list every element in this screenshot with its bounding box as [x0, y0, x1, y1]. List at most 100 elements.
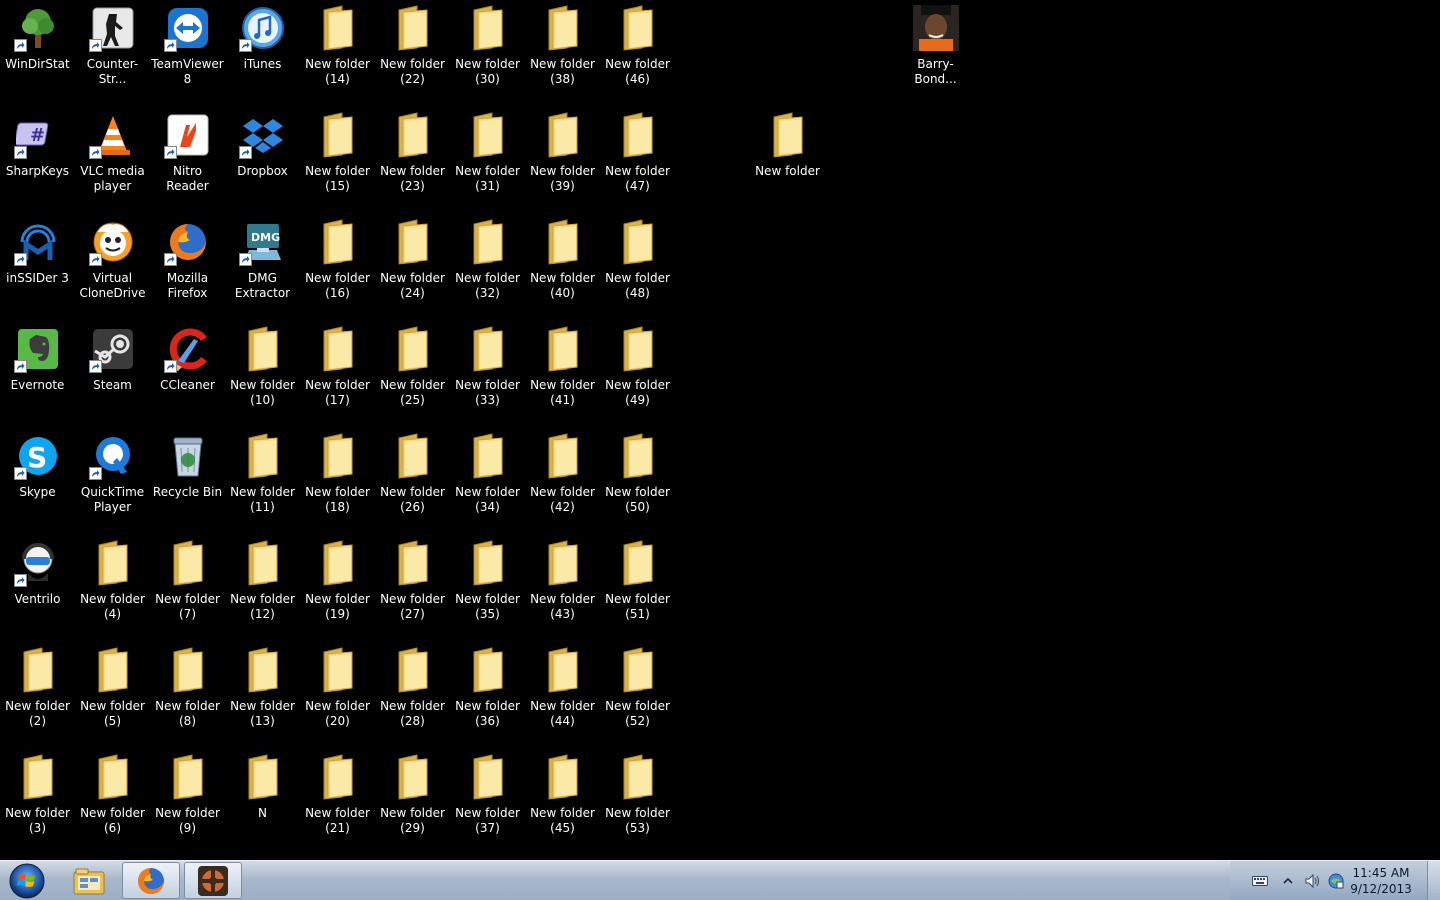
desktop-folder[interactable]: New folder (34) — [450, 428, 525, 533]
folder-icon — [173, 647, 202, 693]
folder-icon — [398, 112, 427, 158]
desktop-icon-label: Barry-Bond... — [914, 57, 957, 86]
desktop-folder[interactable]: New folder (20) — [300, 642, 375, 747]
desktop-shortcut-skype[interactable]: S Skype — [0, 428, 75, 533]
desktop-folder[interactable]: New folder (4) — [75, 535, 150, 640]
desktop-folder[interactable]: New folder (39) — [525, 107, 600, 212]
desktop-folder[interactable]: New folder (15) — [300, 107, 375, 212]
desktop-folder[interactable]: New folder (28) — [375, 642, 450, 747]
folder-icon — [623, 754, 652, 800]
desktop-shortcut-ventrilo[interactable]: Ventrilo — [0, 535, 75, 640]
desktop-folder[interactable]: New folder (45) — [525, 749, 600, 854]
desktop-folder[interactable]: New folder (36) — [450, 642, 525, 747]
desktop-shortcut-ccleaner[interactable]: CCleaner — [150, 321, 225, 426]
desktop-folder[interactable]: New folder (22) — [375, 0, 450, 105]
desktop-shortcut-vlc[interactable]: VLC media player — [75, 107, 150, 212]
desktop-shortcut-dmg-extractor[interactable]: DMG DMG Extractor — [225, 214, 300, 319]
desktop-folder[interactable]: New folder (5) — [75, 642, 150, 747]
desktop-icon-label: inSSIDer 3 — [6, 271, 69, 285]
desktop-shortcut-inssider[interactable]: inSSIDer 3 — [0, 214, 75, 319]
desktop-folder[interactable]: New folder (31) — [450, 107, 525, 212]
taskbar-firefox-button[interactable] — [122, 862, 180, 899]
desktop-folder[interactable]: New folder (14) — [300, 0, 375, 105]
desktop-shortcut-itunes[interactable]: iTunes — [225, 0, 300, 105]
volume-icon[interactable] — [1304, 873, 1320, 889]
folder-icon — [548, 5, 577, 51]
desktop-folder[interactable]: New folder (49) — [600, 321, 675, 426]
desktop-file-barry-bonds[interactable]: Barry-Bond... — [898, 0, 973, 105]
folder-icon — [323, 112, 352, 158]
desktop-folder[interactable]: New folder (13) — [225, 642, 300, 747]
desktop-folder[interactable]: New folder (19) — [300, 535, 375, 640]
desktop-folder[interactable]: New folder (9) — [150, 749, 225, 854]
desktop-folder[interactable]: New folder (48) — [600, 214, 675, 319]
taskbar-tf2-button[interactable] — [184, 862, 242, 899]
desktop-shortcut-windirstat[interactable]: WinDirStat — [0, 0, 75, 105]
desktop-folder[interactable]: New folder (25) — [375, 321, 450, 426]
desktop-folder[interactable]: New folder (10) — [225, 321, 300, 426]
taskbar-explorer-button[interactable] — [60, 862, 118, 899]
desktop-folder[interactable]: New folder (17) — [300, 321, 375, 426]
desktop-icon-label: New folder (24) — [380, 271, 445, 300]
desktop-folder[interactable]: New folder (43) — [525, 535, 600, 640]
desktop-folder[interactable]: New folder (51) — [600, 535, 675, 640]
desktop-folder[interactable]: New folder (29) — [375, 749, 450, 854]
desktop-folder[interactable]: New folder (41) — [525, 321, 600, 426]
desktop-folder[interactable]: New folder (30) — [450, 0, 525, 105]
desktop-folder[interactable]: New folder (32) — [450, 214, 525, 319]
desktop-folder[interactable]: New folder (3) — [0, 749, 75, 854]
desktop-folder[interactable]: New folder (50) — [600, 428, 675, 533]
desktop-folder[interactable]: New folder (23) — [375, 107, 450, 212]
desktop-shortcut-virtual-clonedrive[interactable]: Virtual CloneDrive — [75, 214, 150, 319]
desktop-folder[interactable]: New folder (27) — [375, 535, 450, 640]
desktop-folder[interactable]: New folder (24) — [375, 214, 450, 319]
desktop-folder[interactable]: New folder (16) — [300, 214, 375, 319]
desktop-folder[interactable]: New folder (35) — [450, 535, 525, 640]
desktop-folder[interactable]: New folder (7) — [150, 535, 225, 640]
desktop-folder[interactable]: New folder (2) — [0, 642, 75, 747]
network-icon[interactable] — [1328, 873, 1344, 889]
desktop-folder[interactable]: New folder (12) — [225, 535, 300, 640]
desktop-folder[interactable]: New folder — [750, 107, 825, 212]
desktop-folder[interactable]: New folder (26) — [375, 428, 450, 533]
desktop-shortcut-quicktime[interactable]: QuickTime Player — [75, 428, 150, 533]
desktop-icon-label: New folder (7) — [155, 592, 220, 621]
desktop-shortcut-nitro-reader[interactable]: Nitro Reader — [150, 107, 225, 212]
desktop-shortcut-evernote[interactable]: Evernote — [0, 321, 75, 426]
desktop-folder[interactable]: N — [225, 749, 300, 854]
desktop-shortcut-firefox[interactable]: Mozilla Firefox — [150, 214, 225, 319]
desktop-folder[interactable]: New folder (11) — [225, 428, 300, 533]
desktop-folder[interactable]: New folder (42) — [525, 428, 600, 533]
desktop-folder[interactable]: New folder (6) — [75, 749, 150, 854]
folder-icon — [623, 540, 652, 586]
keyboard-icon[interactable] — [1252, 873, 1268, 889]
desktop-folder[interactable]: New folder (40) — [525, 214, 600, 319]
desktop-folder[interactable]: New folder (52) — [600, 642, 675, 747]
clock[interactable]: 11:45 AM 9/12/2013 — [1346, 865, 1416, 897]
show-desktop-button[interactable] — [1427, 861, 1440, 900]
desktop-shortcut-sharpkeys[interactable]: # SharpKeys — [0, 107, 75, 212]
desktop-folder[interactable]: New folder (38) — [525, 0, 600, 105]
desktop-folder[interactable]: New folder (8) — [150, 642, 225, 747]
desktop-folder[interactable]: New folder (53) — [600, 749, 675, 854]
desktop-icon-label: New folder (20) — [305, 699, 370, 728]
desktop-folder[interactable]: New folder (37) — [450, 749, 525, 854]
folder-icon — [398, 326, 427, 372]
desktop-shortcut-dropbox[interactable]: Dropbox — [225, 107, 300, 212]
desktop-shortcut-counter-strike[interactable]: Counter-Str... — [75, 0, 150, 105]
desktop-icon-label: New folder (4) — [80, 592, 145, 621]
desktop-shortcut-teamviewer[interactable]: TeamViewer 8 — [150, 0, 225, 105]
folder-icon — [248, 754, 277, 800]
desktop-icon-label: TeamViewer 8 — [151, 57, 224, 86]
desktop-folder[interactable]: New folder (46) — [600, 0, 675, 105]
desktop-folder[interactable]: New folder (44) — [525, 642, 600, 747]
folder-icon — [323, 5, 352, 51]
show-hidden-icons-chevron[interactable] — [1280, 873, 1296, 889]
desktop-folder[interactable]: New folder (21) — [300, 749, 375, 854]
desktop-shortcut-recycle-bin[interactable]: Recycle Bin — [150, 428, 225, 533]
desktop-folder[interactable]: New folder (47) — [600, 107, 675, 212]
desktop-folder[interactable]: New folder (18) — [300, 428, 375, 533]
desktop-folder[interactable]: New folder (33) — [450, 321, 525, 426]
desktop-shortcut-steam[interactable]: Steam — [75, 321, 150, 426]
start-button[interactable] — [4, 863, 50, 899]
